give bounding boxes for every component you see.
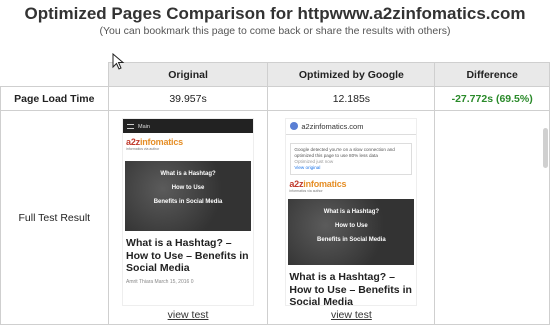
hero-line-1: What is a Hashtag?: [160, 171, 216, 177]
original-result-cell: Main a2zinfomatics informatics via autho…: [107, 110, 269, 325]
hero-line-2: How to Use: [171, 185, 205, 191]
view-test-link-optimized[interactable]: view test: [268, 309, 434, 321]
hero-line-2: How to Use: [335, 223, 368, 229]
column-header-difference: Difference: [434, 62, 550, 87]
view-original-link[interactable]: View original: [294, 165, 408, 171]
view-test-link-original[interactable]: view test: [109, 309, 268, 321]
thumb-url-bar: a2zinfomatics.com: [286, 119, 417, 135]
table-row-page-load-time: Page Load Time 39.957s 12.185s -27.772s …: [0, 86, 550, 111]
site-logo: a2zinfomatics: [123, 133, 253, 147]
optimized-load-time: 12.185s: [267, 86, 436, 111]
notice-text: Google detected you're on a slow connect…: [294, 147, 395, 158]
thumb-nav-bar: Main: [123, 119, 254, 133]
row-label-full-test-result: Full Test Result: [0, 110, 109, 325]
site-favicon-icon: [290, 122, 299, 130]
column-header-original: Original: [107, 62, 269, 87]
optimized-result-cell: a2zinfomatics.com Google detected you're…: [267, 110, 436, 325]
column-header-optimized: Optimized by Google: [267, 62, 436, 87]
page-title: Optimized Pages Comparison for httpwww.a…: [24, 4, 526, 23]
logo-part-a: a2z: [289, 179, 304, 189]
difference-result-cell: [434, 110, 550, 325]
row-label-page-load-time: Page Load Time: [0, 86, 109, 111]
post-title: What is a Hashtag? – How to Use – Benefi…: [126, 237, 249, 274]
hero-line-3: Benefits in Social Media: [317, 237, 386, 243]
logo-tagline: informatics via author: [126, 147, 160, 151]
comparison-table: Original Optimized by Google Difference …: [0, 62, 550, 325]
page-scrollbar[interactable]: [543, 128, 548, 168]
mouse-cursor-icon: [112, 53, 125, 70]
nav-bar-label: Main: [138, 124, 150, 130]
site-logo: a2zinfomatics: [286, 175, 416, 189]
post-title: What is a Hashtag? – How to Use – Benefi…: [289, 271, 412, 306]
logo-part-a: a2z: [126, 137, 140, 147]
post-meta: Amrit Thiara March 15, 2016 0: [126, 278, 194, 285]
logo-part-b: infomatics: [303, 179, 347, 189]
table-row-full-test-result: Full Test Result Main a2zinfomatics info…: [0, 110, 550, 325]
hero-image: What is a Hashtag? How to Use Benefits i…: [288, 199, 415, 265]
load-time-difference: -27.772s (69.5%): [434, 86, 550, 111]
original-load-time: 39.957s: [107, 86, 269, 111]
table-corner-cell: [0, 62, 109, 87]
thumb-url-label: a2zinfomatics.com: [301, 122, 364, 131]
google-optimization-notice: Google detected you're on a slow connect…: [290, 143, 413, 175]
logo-part-b: infomatics: [139, 137, 183, 147]
page-subtitle: (You can bookmark this page to come back…: [99, 25, 451, 37]
table-header-row: Original Optimized by Google Difference: [0, 62, 550, 87]
optimized-page-thumbnail[interactable]: a2zinfomatics.com Google detected you're…: [285, 118, 418, 306]
hero-line-3: Benefits in Social Media: [153, 199, 223, 205]
logo-tagline: informatics via author: [289, 189, 323, 193]
original-page-thumbnail[interactable]: Main a2zinfomatics informatics via autho…: [122, 118, 255, 306]
menu-icon: [127, 124, 135, 129]
hero-image: What is a Hashtag? How to Use Benefits i…: [125, 161, 252, 231]
hero-line-1: What is a Hashtag?: [323, 209, 380, 215]
